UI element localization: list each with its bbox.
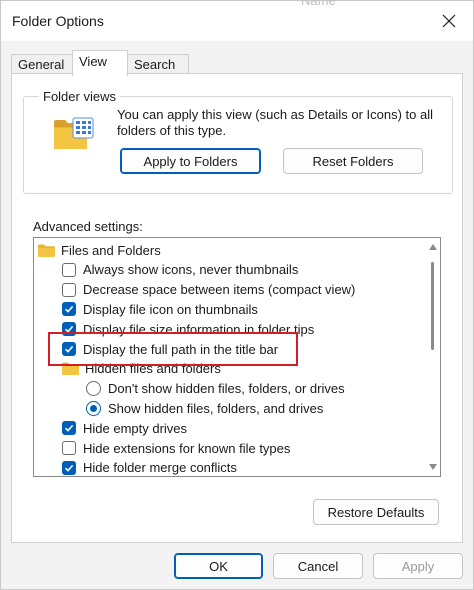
title-bar: Name Folder Options xyxy=(1,0,473,41)
tab-view[interactable]: View xyxy=(72,50,128,76)
checkbox-checked-icon[interactable] xyxy=(62,460,76,475)
radio-option[interactable]: Don't show hidden files, folders, or dri… xyxy=(86,379,345,399)
apply-to-folders-button[interactable]: Apply to Folders xyxy=(120,148,261,174)
checkbox-option[interactable]: Hide extensions for known file types xyxy=(62,438,290,458)
option-label: Hide folder merge conflicts xyxy=(83,460,237,476)
checkbox-checked-icon[interactable] xyxy=(62,302,76,317)
vertical-scrollbar[interactable] xyxy=(426,238,440,476)
scroll-down-arrow-icon[interactable] xyxy=(429,463,437,471)
advanced-settings-label: Advanced settings: xyxy=(33,219,143,234)
tab-search[interactable]: Search xyxy=(127,54,189,74)
folder-views-description: You can apply this view (such as Details… xyxy=(117,107,434,138)
radio-unselected-icon[interactable] xyxy=(86,381,101,397)
folder-icon xyxy=(38,244,55,257)
folder-views-label: Folder views xyxy=(39,89,120,104)
tab-general[interactable]: General xyxy=(11,54,73,74)
folder-options-dialog: Name Folder Options General View Search … xyxy=(0,0,474,590)
background-window-text: Name xyxy=(301,0,336,8)
restore-defaults-button[interactable]: Restore Defaults xyxy=(313,499,439,525)
radio-option[interactable]: Show hidden files, folders, and drives xyxy=(86,398,323,418)
checkbox-option[interactable]: Hide folder merge conflicts xyxy=(62,458,237,476)
folder-view-icon xyxy=(53,117,95,154)
option-label: Always show icons, never thumbnails xyxy=(83,262,299,278)
scroll-thumb[interactable] xyxy=(431,262,434,350)
checkbox-unchecked-icon[interactable] xyxy=(62,282,76,297)
option-label: Show hidden files, folders, and drives xyxy=(108,400,324,416)
option-label: Don't show hidden files, folders, or dri… xyxy=(108,381,345,397)
option-label: Files and Folders xyxy=(61,242,161,258)
checkbox-unchecked-icon[interactable] xyxy=(62,262,76,277)
checkbox-checked-icon[interactable] xyxy=(62,421,76,436)
reset-folders-button[interactable]: Reset Folders xyxy=(283,148,423,174)
scroll-up-arrow-icon[interactable] xyxy=(429,243,437,251)
checkbox-option[interactable]: Hide empty drives xyxy=(62,418,187,438)
option-label: Decrease space between items (compact vi… xyxy=(83,282,356,298)
highlight-box xyxy=(48,332,298,366)
option-label: Display file icon on thumbnails xyxy=(83,301,258,317)
cancel-button[interactable]: Cancel xyxy=(273,553,363,579)
option-label: Hide empty drives xyxy=(83,420,188,436)
tree-folder: Files and Folders xyxy=(38,240,161,260)
checkbox-option[interactable]: Always show icons, never thumbnails xyxy=(62,260,298,280)
radio-selected-icon[interactable] xyxy=(86,400,101,416)
ok-button[interactable]: OK xyxy=(174,553,263,579)
close-button[interactable] xyxy=(431,5,467,37)
checkbox-option[interactable]: Display file icon on thumbnails xyxy=(62,299,258,319)
checkbox-unchecked-icon[interactable] xyxy=(62,441,76,455)
close-icon xyxy=(442,14,456,28)
option-label: Hide extensions for known file types xyxy=(83,440,291,456)
apply-button[interactable]: Apply xyxy=(373,553,463,579)
checkbox-option[interactable]: Decrease space between items (compact vi… xyxy=(62,280,355,300)
window-title: Folder Options xyxy=(12,13,104,29)
